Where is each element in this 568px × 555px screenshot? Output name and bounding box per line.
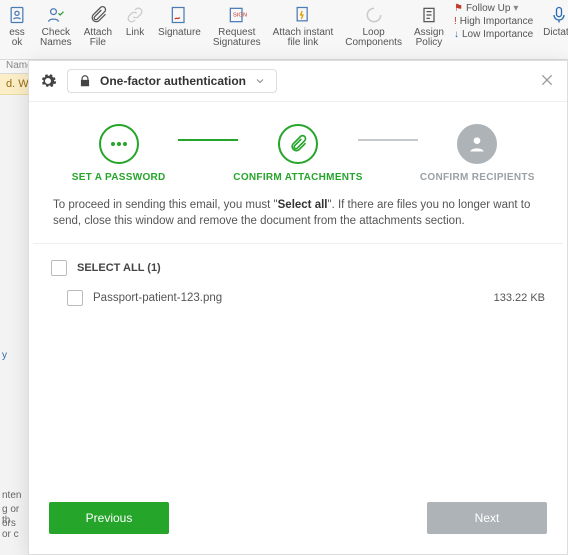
ribbon-item-assign-policy[interactable]: Assign Policy <box>408 0 450 59</box>
signature-icon <box>168 4 190 26</box>
low-importance-icon: ↓ <box>454 29 459 40</box>
ribbon-item-link: Link <box>118 0 152 59</box>
attachment-row[interactable]: Passport-patient-123.png 133.22 KB <box>49 282 547 314</box>
flag-icon: ⚑ <box>454 3 463 14</box>
attachment-size: 133.22 KB <box>494 292 545 304</box>
select-all-checkbox[interactable] <box>51 260 67 276</box>
recipients-step-icon <box>457 124 497 164</box>
confirm-attachments-dialog: One-factor authentication SET A PASSWORD… <box>28 60 568 555</box>
ribbon-item-address-book[interactable]: ess ok <box>0 0 34 59</box>
previous-button[interactable]: Previous <box>49 502 169 534</box>
follow-up-tag[interactable]: ⚑Follow Up▾ <box>454 3 533 14</box>
address-book-icon <box>6 4 28 26</box>
assign-policy-icon <box>418 4 440 26</box>
request-signatures-icon: SIGN <box>226 4 248 26</box>
ribbon-item-dictate[interactable]: Dictate <box>537 0 568 59</box>
attachments-list: SELECT ALL (1) Passport-patient-123.png … <box>29 244 567 324</box>
dialog-footer: Previous Next <box>29 482 567 554</box>
stepper: SET A PASSWORD CONFIRM ATTACHMENTS CONFI… <box>29 102 567 193</box>
attachment-filename: Passport-patient-123.png <box>93 292 222 304</box>
check-names-icon <box>45 4 67 26</box>
svg-text:SIGN: SIGN <box>233 13 247 19</box>
auth-label: One-factor authentication <box>100 74 246 88</box>
ribbon-item-signature[interactable]: Signature <box>152 0 207 59</box>
link-icon <box>124 4 146 26</box>
outlook-ribbon: ess ok Check Names Attach File Link Sign… <box>0 0 568 60</box>
close-button[interactable] <box>539 72 557 90</box>
instruction-text: To proceed in sending this email, you mu… <box>33 193 563 244</box>
high-importance-icon: ! <box>454 16 457 27</box>
stepper-bar-1 <box>178 139 238 141</box>
ribbon-item-attach-file[interactable]: Attach File <box>78 0 118 59</box>
ribbon-item-loop: Loop Components <box>339 0 408 59</box>
next-button[interactable]: Next <box>427 502 547 534</box>
paperclip-icon <box>87 4 109 26</box>
low-importance-tag[interactable]: ↓Low Importance <box>454 29 533 40</box>
ribbon-tags: ⚑Follow Up▾ !High Importance ↓Low Import… <box>450 0 537 59</box>
chevron-down-icon: ▾ <box>513 3 518 14</box>
stepper-bar-2 <box>358 139 418 141</box>
ribbon-item-request-signatures[interactable]: SIGN Request Signatures <box>207 0 267 59</box>
dialog-header: One-factor authentication <box>29 61 567 102</box>
background-fragments: y ntende g or th ors or c <box>0 90 22 555</box>
instant-link-icon <box>292 4 314 26</box>
microphone-icon <box>548 4 568 26</box>
chevron-down-icon <box>254 75 266 87</box>
step-confirm-recipients: CONFIRM RECIPIENTS <box>408 124 547 183</box>
ribbon-item-attach-instant-link[interactable]: Attach instant file link <box>267 0 340 59</box>
attachments-step-icon <box>278 124 318 164</box>
lock-icon <box>78 74 92 88</box>
gear-icon[interactable] <box>39 72 57 90</box>
password-step-icon <box>99 124 139 164</box>
select-all-label: SELECT ALL (1) <box>77 262 161 274</box>
step-confirm-attachments: CONFIRM ATTACHMENTS <box>228 124 367 183</box>
attachment-checkbox[interactable] <box>67 290 83 306</box>
auth-dropdown[interactable]: One-factor authentication <box>67 69 277 93</box>
step-set-password: SET A PASSWORD <box>49 124 188 183</box>
select-all-row[interactable]: SELECT ALL (1) <box>49 254 547 282</box>
high-importance-tag[interactable]: !High Importance <box>454 16 533 27</box>
ribbon-item-check-names[interactable]: Check Names <box>34 0 78 59</box>
loop-icon <box>363 4 385 26</box>
